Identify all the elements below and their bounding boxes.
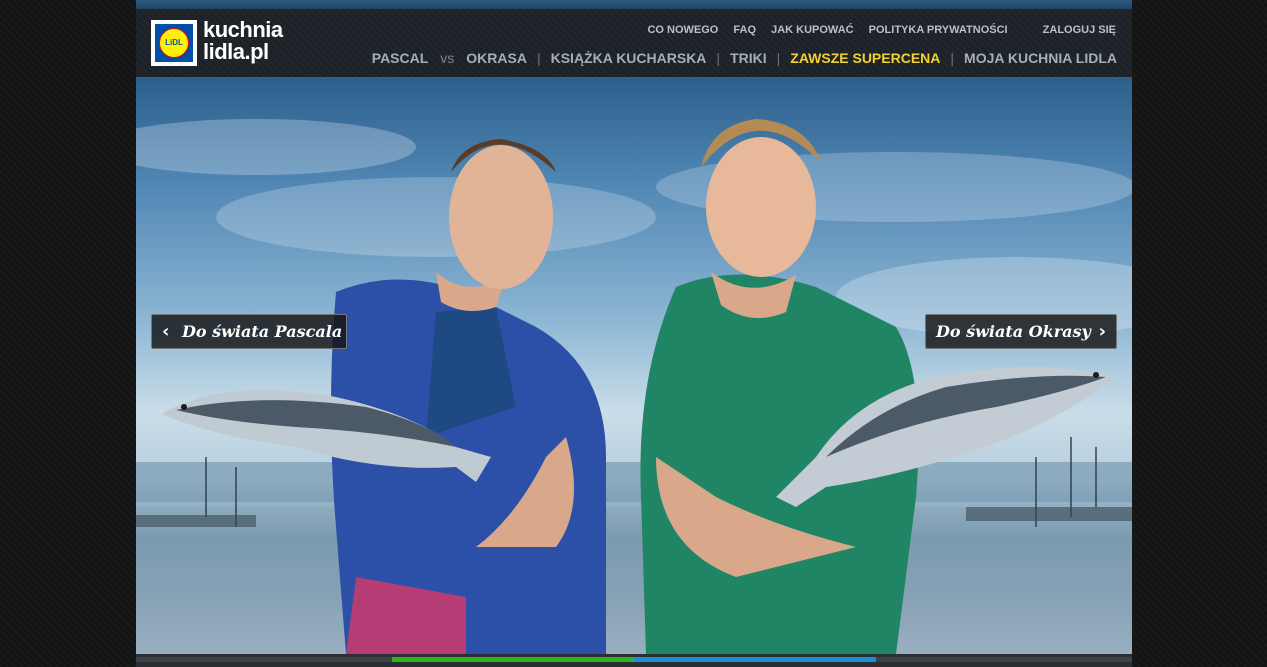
nav-item-supercena[interactable]: ZAWSZE SUPERCENA (790, 49, 940, 67)
hero-banner: ‹ Do świata Pascala Do świata Okrasy › (136, 77, 1132, 654)
site-logo[interactable]: LiDL kuchnia lidla.pl (151, 18, 286, 66)
nav-item-my-kitchen[interactable]: MOJA KUCHNIA LIDLA (964, 49, 1117, 67)
slide-next-label: Do świata Okrasy (936, 322, 1091, 341)
chevron-right-icon: › (1098, 321, 1106, 342)
lidl-logo-text: LiDL (165, 38, 183, 47)
slide-prev-label: Do świata Pascala (182, 322, 343, 341)
nav-link-faq[interactable]: FAQ (733, 23, 756, 37)
utility-nav: CO NOWEGO FAQ JAK KUPOWAĆ POLITYKA PRYWA… (635, 23, 1116, 37)
slide-prev-button[interactable]: ‹ Do świata Pascala (151, 314, 347, 349)
progress-segment-okrasa[interactable] (634, 657, 876, 662)
nav-item-pascal[interactable]: PASCAL (372, 49, 429, 67)
nav-link-how-to-buy[interactable]: JAK KUPOWAĆ (771, 23, 854, 37)
site-header: LiDL kuchnia lidla.pl CO NOWEGO FAQ JAK … (136, 9, 1132, 78)
nav-link-whats-new[interactable]: CO NOWEGO (647, 23, 718, 37)
nav-divider: | (536, 50, 541, 66)
page-container: LiDL kuchnia lidla.pl CO NOWEGO FAQ JAK … (136, 0, 1132, 667)
nav-divider: | (716, 50, 721, 66)
chevron-left-icon: ‹ (162, 321, 170, 342)
nav-link-privacy-policy[interactable]: POLITYKA PRYWATNOŚCI (869, 23, 1008, 37)
lidl-logo-icon: LiDL (151, 20, 197, 66)
top-accent-strip (136, 0, 1132, 9)
nav-item-cookbook[interactable]: KSIĄŻKA KUCHARSKA (551, 49, 707, 67)
nav-item-okrasa[interactable]: OKRASA (466, 49, 527, 67)
slide-progress-bar (136, 654, 1132, 667)
nav-divider: | (776, 50, 781, 66)
nav-item-tricks[interactable]: TRIKI (730, 49, 767, 67)
main-nav: PASCAL vs OKRASA | KSIĄŻKA KUCHARSKA | TRIKI | Z… (372, 49, 1117, 67)
hero-photo (136, 119, 1132, 654)
login-link[interactable]: ZALOGUJ SIĘ (1043, 23, 1116, 37)
nav-divider: | (950, 50, 955, 66)
slide-next-button[interactable]: Do świata Okrasy › (925, 314, 1117, 349)
logo-wordmark-line2: lidla.pl (203, 39, 269, 64)
progress-segment-pascal[interactable] (392, 657, 634, 662)
nav-vs-label: vs (440, 50, 455, 66)
